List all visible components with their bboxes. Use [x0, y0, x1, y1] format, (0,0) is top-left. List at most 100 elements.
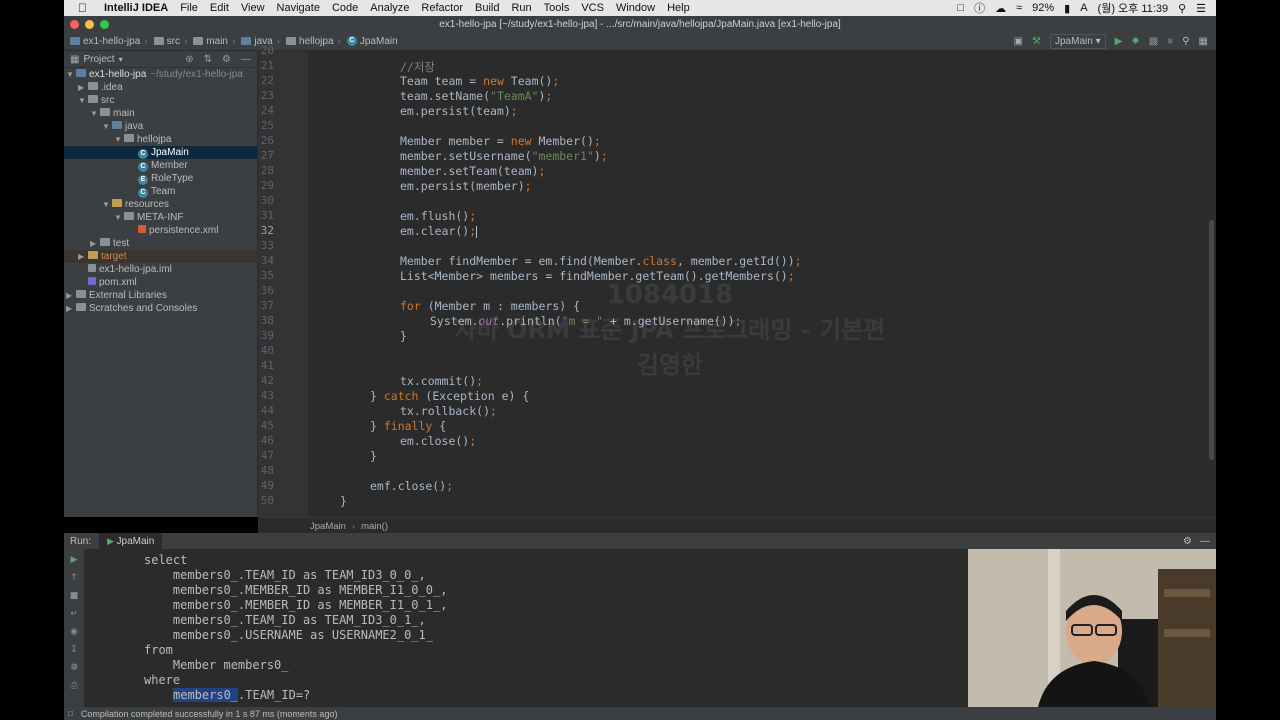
- info-icon[interactable]: ⓘ: [974, 0, 985, 16]
- menu-analyze[interactable]: Analyze: [370, 2, 409, 14]
- locate-icon[interactable]: ⊕: [185, 54, 193, 65]
- tree-item-scratches[interactable]: ▶ Scratches and Consoles: [64, 302, 259, 315]
- gear-icon[interactable]: ⚙: [1183, 536, 1192, 547]
- tree-item-external-libraries[interactable]: ▶ External Libraries: [64, 289, 259, 302]
- code-line[interactable]: }: [370, 449, 377, 463]
- tree-item-jpamain[interactable]: C JpaMain: [64, 146, 257, 159]
- menu-list-icon[interactable]: ☰: [1196, 2, 1206, 15]
- code-line[interactable]: Team team = new Team();: [400, 74, 559, 88]
- code-line[interactable]: }: [340, 494, 347, 508]
- nav-crumb-jpamain[interactable]: C JpaMain: [346, 36, 398, 47]
- run-icon[interactable]: ▶: [1115, 36, 1123, 47]
- print-icon[interactable]: ⎙: [68, 681, 80, 691]
- stop-icon[interactable]: ■: [68, 591, 80, 601]
- nav-crumb-main[interactable]: main ›: [193, 36, 235, 47]
- coverage-icon[interactable]: ▩: [1149, 36, 1158, 47]
- tree-item-project-root[interactable]: ▼ ex1-hello-jpa ~/study/ex1-hello-jpa: [64, 68, 259, 81]
- chevron-right-icon[interactable]: ▶: [78, 250, 88, 263]
- tree-item-target[interactable]: ▶ target: [64, 250, 271, 263]
- stop-icon[interactable]: ■: [1167, 36, 1173, 47]
- code-line[interactable]: em.persist(member);: [400, 179, 532, 193]
- input-source-icon[interactable]: A: [1080, 2, 1087, 14]
- menu-file[interactable]: File: [180, 2, 198, 14]
- soft-wrap-icon[interactable]: ↵: [68, 609, 80, 619]
- code-line[interactable]: em.close();: [400, 434, 476, 448]
- editor-scrollbar[interactable]: [1209, 220, 1214, 460]
- code-line[interactable]: //저장: [400, 59, 435, 75]
- rerun-icon[interactable]: ▶: [68, 555, 80, 565]
- nav-crumb-hellojpa[interactable]: hellojpa ›: [286, 36, 341, 47]
- code-line[interactable]: member.setUsername("member1");: [400, 149, 608, 163]
- code-line[interactable]: em.persist(team);: [400, 104, 518, 118]
- minimize-panel-icon[interactable]: —: [1200, 536, 1210, 547]
- chevron-down-icon[interactable]: ▼: [114, 133, 124, 146]
- tree-item-main[interactable]: ▼ main: [64, 107, 283, 120]
- tree-item-pom[interactable]: pom.xml: [64, 276, 281, 289]
- code-line[interactable]: team.setName("TeamA");: [400, 89, 552, 103]
- code-line[interactable]: Member findMember = em.find(Member.class…: [400, 254, 802, 268]
- menu-app-name[interactable]: IntelliJ IDEA: [104, 2, 168, 14]
- search-icon[interactable]: ⚲: [1178, 2, 1186, 15]
- project-view-select[interactable]: Project: [83, 54, 114, 65]
- chevron-down-icon[interactable]: ▼: [66, 68, 76, 81]
- status-toggle-icon[interactable]: □: [68, 709, 73, 718]
- chevron-down-icon[interactable]: ▼: [90, 107, 100, 120]
- layout-icon[interactable]: ▣: [1014, 36, 1023, 47]
- battery-percent[interactable]: 92%: [1032, 2, 1054, 14]
- menu-tools[interactable]: Tools: [544, 2, 570, 14]
- tree-item-src[interactable]: ▼ src: [64, 94, 271, 107]
- scroll-up-icon[interactable]: ↑: [68, 573, 80, 583]
- chevron-down-icon[interactable]: ▼: [102, 198, 112, 211]
- camera-icon[interactable]: ◉: [68, 627, 80, 637]
- menu-navigate[interactable]: Navigate: [277, 2, 320, 14]
- chevron-right-icon[interactable]: ▶: [66, 302, 76, 315]
- chevron-right-icon[interactable]: ▶: [78, 81, 88, 94]
- menu-build[interactable]: Build: [475, 2, 499, 14]
- run-configuration-select[interactable]: JpaMain ▾: [1050, 33, 1106, 49]
- code-line[interactable]: emf.close();: [370, 479, 453, 493]
- cloud-icon[interactable]: ☁: [995, 2, 1006, 15]
- code-line[interactable]: }: [400, 329, 407, 343]
- menu-help[interactable]: Help: [667, 2, 690, 14]
- debug-icon[interactable]: ✸: [1131, 36, 1139, 47]
- run-tab-jpamain[interactable]: ▶ JpaMain: [99, 533, 163, 549]
- tree-item-test[interactable]: ▶ test: [64, 237, 283, 250]
- menubar-clock[interactable]: (월) 오후 11:39: [1098, 0, 1169, 16]
- run-console[interactable]: select members0_.TEAM_ID as TEAM_ID3_0_0…: [84, 549, 968, 707]
- tree-item-iml[interactable]: ex1-hello-jpa.iml: [64, 263, 281, 276]
- chevron-down-icon[interactable]: ▼: [114, 211, 124, 224]
- chevron-down-icon[interactable]: ▾: [119, 55, 123, 64]
- structure-icon[interactable]: ▦: [1199, 36, 1208, 47]
- code-line[interactable]: em.flush();: [400, 209, 476, 223]
- scroll-end-icon[interactable]: ↧: [68, 645, 80, 655]
- code-line[interactable]: } catch (Exception e) {: [370, 389, 529, 403]
- breadcrumb-method[interactable]: main(): [361, 521, 388, 532]
- collapse-icon[interactable]: ⇅: [204, 54, 212, 65]
- breadcrumb-class[interactable]: JpaMain: [310, 521, 346, 532]
- gear-icon[interactable]: ⚙: [222, 54, 231, 65]
- wifi-icon[interactable]: ≈: [1016, 2, 1022, 14]
- notes-icon[interactable]: □: [957, 2, 964, 14]
- tree-item-idea[interactable]: ▶ .idea: [64, 81, 271, 94]
- chevron-down-icon[interactable]: ▼: [78, 94, 88, 107]
- menu-code[interactable]: Code: [332, 2, 358, 14]
- code-line[interactable]: Member member = new Member();: [400, 134, 601, 148]
- pin-icon[interactable]: ❁: [68, 663, 80, 673]
- code-line-current[interactable]: em.clear();: [400, 224, 478, 238]
- menu-vcs[interactable]: VCS: [581, 2, 604, 14]
- menu-view[interactable]: View: [241, 2, 265, 14]
- chevron-down-icon[interactable]: ▼: [102, 120, 112, 133]
- nav-crumb-src[interactable]: src ›: [153, 36, 187, 47]
- battery-icon[interactable]: ▮: [1064, 2, 1070, 15]
- menu-run[interactable]: Run: [511, 2, 531, 14]
- menu-refactor[interactable]: Refactor: [421, 2, 463, 14]
- code-line[interactable]: } finally {: [370, 419, 446, 433]
- nav-crumb-project[interactable]: ex1-hello-jpa ›: [70, 36, 148, 47]
- apple-icon[interactable]: : [78, 1, 92, 15]
- code-line[interactable]: member.setTeam(team);: [400, 164, 545, 178]
- menu-edit[interactable]: Edit: [210, 2, 229, 14]
- code-line[interactable]: tx.rollback();: [400, 404, 497, 418]
- build-hammer-icon[interactable]: ⚒: [1032, 36, 1041, 47]
- status-message[interactable]: Compilation completed successfully in 1 …: [81, 709, 338, 719]
- minimize-panel-icon[interactable]: —: [241, 54, 251, 65]
